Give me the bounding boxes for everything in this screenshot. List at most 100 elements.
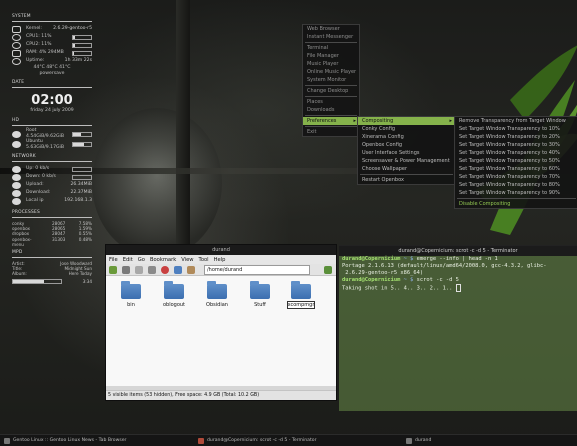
menu-separator bbox=[305, 115, 357, 116]
down-row: Down: 0 kb/s bbox=[12, 173, 92, 181]
cpu-governor: powersave bbox=[39, 71, 65, 76]
preferences-menu-item-restart-openbox[interactable]: Restart Openbox bbox=[358, 176, 455, 184]
folder-item[interactable]: Obsidian bbox=[202, 281, 232, 308]
compositing-menu-item-set-target-window-transparency-to-20[interactable]: Set Target Window Transparency to 20% bbox=[455, 133, 577, 141]
terminal-line-5: Taking shot in 5.. 4.. 3.. 2.. 1.. bbox=[339, 284, 577, 293]
menu-separator bbox=[360, 174, 453, 175]
root-menu-item-system-monitor[interactable]: System Monitor bbox=[303, 76, 359, 84]
stop-icon[interactable] bbox=[161, 265, 169, 274]
new-folder-icon[interactable] bbox=[109, 265, 117, 274]
folder-item-selected[interactable]: xcompmgr bbox=[286, 281, 316, 309]
preferences-menu-item-screensaver-power-management[interactable]: Screensaver & Power Management bbox=[358, 157, 455, 165]
compositing-menu-item-set-target-window-transparency-to-60[interactable]: Set Target Window Transparency to 60% bbox=[455, 165, 577, 173]
compositing-menu-item-set-target-window-transparency-to-30[interactable]: Set Target Window Transparency to 30% bbox=[455, 141, 577, 149]
compositing-menu-item-set-target-window-transparency-to-50[interactable]: Set Target Window Transparency to 50% bbox=[455, 157, 577, 165]
preferences-menu-item-conky-config[interactable]: Conky Config bbox=[358, 125, 455, 133]
terminal-line-1: durand@Copernicium ~ $ emerge --info | h… bbox=[342, 256, 498, 262]
menu-view[interactable]: View bbox=[181, 257, 193, 263]
compositing-menu-item-disable-compositing[interactable]: Disable Compositing bbox=[455, 200, 577, 208]
compositing-menu-item-set-target-window-transparency-to-40[interactable]: Set Target Window Transparency to 40% bbox=[455, 149, 577, 157]
preferences-menu-item-choose-wallpaper[interactable]: Choose Wallpaper bbox=[358, 165, 455, 173]
ram-row: RAM: 4% 294MB bbox=[12, 49, 92, 57]
upload-arrow-icon bbox=[12, 181, 21, 189]
compositing-menu-item-remove-transparency-from-target-window[interactable]: Remove Transparency from Target Window bbox=[455, 117, 577, 125]
root-menu-item-music-player[interactable]: Music Player bbox=[303, 60, 359, 68]
folder-icon bbox=[250, 281, 270, 299]
go-icon[interactable] bbox=[324, 265, 332, 274]
root-menu-item-web-browser[interactable]: Web Browser bbox=[303, 25, 359, 33]
preferences-menu-item-user-interface-settings[interactable]: User Interface Settings bbox=[358, 149, 455, 157]
folder-item[interactable]: Stuff bbox=[245, 281, 275, 308]
root-menu-item-instant-messenger[interactable]: Instant Messenger bbox=[303, 33, 359, 41]
root-row: Root 4.54GiB/9.62GiB bbox=[12, 128, 92, 139]
menu-separator bbox=[305, 126, 357, 127]
menu-go[interactable]: Go bbox=[138, 257, 145, 263]
preferences-menu-item-openbox-config[interactable]: Openbox Config bbox=[358, 141, 455, 149]
wallpaper-pillar bbox=[176, 0, 190, 250]
menu-edit[interactable]: Edit bbox=[123, 257, 133, 263]
cpu2-label: CPU2: 11% bbox=[26, 42, 52, 47]
root-menu-item-places[interactable]: Places bbox=[303, 98, 359, 106]
compositing-menu-item-set-target-window-transparency-to-70[interactable]: Set Target Window Transparency to 70% bbox=[455, 173, 577, 181]
cpu-icon bbox=[12, 41, 21, 49]
home-icon[interactable] bbox=[187, 265, 195, 274]
compositing-menu-item-set-target-window-transparency-to-80[interactable]: Set Target Window Transparency to 80% bbox=[455, 181, 577, 189]
cpu-icon bbox=[12, 33, 21, 41]
download-arrow-icon bbox=[12, 173, 21, 181]
menu-bookmark[interactable]: Bookmark bbox=[150, 257, 176, 263]
submenu-arrow-icon: ▸ bbox=[353, 118, 356, 124]
folder-item[interactable]: oblogout bbox=[159, 281, 189, 308]
root-menu-item-file-manager[interactable]: File Manager bbox=[303, 52, 359, 60]
section-date-title: DATE bbox=[12, 80, 25, 85]
root-bar bbox=[72, 131, 92, 137]
root-menu-item-online-music-player[interactable]: Online Music Player bbox=[303, 68, 359, 76]
terminal-line-3: 2.6.29-gentoo-r5 x86_64) bbox=[342, 270, 424, 276]
terminal-window[interactable]: durand@Copernicium: scrot -c -d 5 - Term… bbox=[339, 245, 577, 411]
menu-file[interactable]: File bbox=[109, 257, 118, 263]
preferences-menu-item-xinerama-config[interactable]: Xinerama Config bbox=[358, 133, 455, 141]
upload-total-row: Upload: 26.34MiB bbox=[12, 181, 92, 189]
up-bar bbox=[72, 166, 92, 172]
folder-icon bbox=[291, 281, 311, 299]
back-arrow-icon[interactable] bbox=[122, 265, 130, 274]
menu-help[interactable]: Help bbox=[214, 257, 226, 263]
up-arrow-icon[interactable] bbox=[148, 265, 156, 274]
task-terminal[interactable]: durand@Copernicium: scrot -c -d 5 - Term… bbox=[194, 435, 402, 446]
ram-bar bbox=[72, 50, 92, 56]
disk-icon bbox=[12, 141, 21, 148]
forward-arrow-icon[interactable] bbox=[135, 265, 143, 274]
clock-time: 02:00 bbox=[31, 93, 73, 108]
browser-icon bbox=[4, 437, 10, 444]
location-input[interactable]: /home/durand bbox=[204, 264, 310, 275]
divider bbox=[12, 257, 92, 259]
menu-tool[interactable]: Tool bbox=[199, 257, 209, 263]
section-hd-title: HD bbox=[12, 118, 20, 123]
divider bbox=[12, 217, 92, 218]
compositing-menu-item-set-target-window-transparency-to-10[interactable]: Set Target Window Transparency to 10% bbox=[455, 125, 577, 133]
menu-bar: File Edit Go Bookmark View Tool Help bbox=[106, 255, 336, 264]
cpu1-bar bbox=[72, 34, 92, 40]
mpd-time: 3:34 bbox=[82, 278, 92, 284]
mpd-progress-bar bbox=[12, 279, 62, 285]
upload-label: Upload: bbox=[26, 182, 44, 187]
root-menu-item-downloads[interactable]: Downloads bbox=[303, 106, 359, 114]
root-menu-item-preferences[interactable]: Preferences ▸ bbox=[303, 117, 359, 125]
uptime-value: 1h 33m 22s bbox=[64, 58, 92, 63]
status-bar: 5 visible items (53 hidden), Free space:… bbox=[106, 390, 336, 400]
ubuntu-bar bbox=[72, 142, 92, 147]
menu-separator bbox=[305, 85, 357, 86]
up-label: Up: 0 kb/s bbox=[26, 166, 50, 171]
task-file-manager[interactable]: durand bbox=[402, 435, 435, 446]
root-menu-item-exit[interactable]: Exit bbox=[303, 128, 359, 136]
compositing-menu-item-set-target-window-transparency-to-90[interactable]: Set Target Window Transparency to 90% bbox=[455, 189, 577, 197]
root-menu-item-change-desktop[interactable]: Change Desktop bbox=[303, 87, 359, 95]
task-browser[interactable]: Gentoo Linux :: Gentoo Linux News - Tab … bbox=[0, 435, 194, 446]
clock-icon bbox=[12, 57, 21, 65]
file-view: bin oblogout Obsidian Stuff xcompmgr bbox=[106, 276, 336, 391]
root-menu-item-terminal[interactable]: Terminal bbox=[303, 44, 359, 52]
folder-item[interactable]: bin bbox=[116, 281, 146, 308]
section-mpd-title: MPD bbox=[12, 250, 23, 256]
preferences-menu-item-compositing[interactable]: Compositing ▸ bbox=[358, 117, 455, 125]
reload-icon[interactable] bbox=[174, 265, 182, 274]
localip-label: Local ip bbox=[26, 198, 44, 203]
